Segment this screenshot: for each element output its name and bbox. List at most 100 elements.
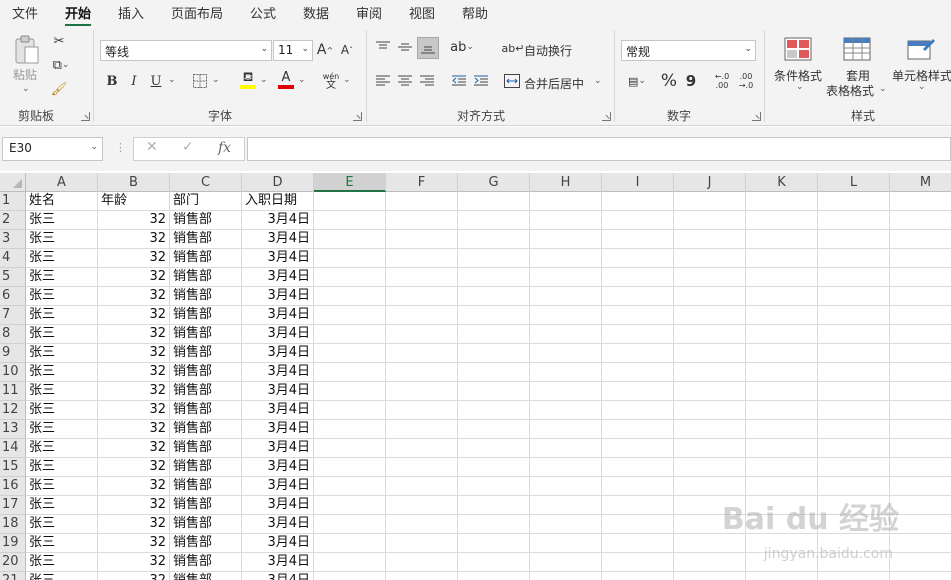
cell-e20[interactable]: [314, 553, 386, 572]
cell-l14[interactable]: [818, 439, 890, 458]
cell-g19[interactable]: [458, 534, 530, 553]
cell-b4[interactable]: 32: [98, 249, 170, 268]
cell-m21[interactable]: [890, 572, 951, 580]
cell-j13[interactable]: [674, 420, 746, 439]
cell-h20[interactable]: [530, 553, 602, 572]
column-header-g[interactable]: G: [458, 173, 530, 192]
cell-m9[interactable]: [890, 344, 951, 363]
cell-b18[interactable]: 32: [98, 515, 170, 534]
cell-j21[interactable]: [674, 572, 746, 580]
cell-i18[interactable]: [602, 515, 674, 534]
cell-j5[interactable]: [674, 268, 746, 287]
cell-l21[interactable]: [818, 572, 890, 580]
column-header-h[interactable]: H: [530, 173, 602, 192]
cell-g6[interactable]: [458, 287, 530, 306]
align-right-icon[interactable]: [418, 72, 436, 90]
cell-e10[interactable]: [314, 363, 386, 382]
cell-k6[interactable]: [746, 287, 818, 306]
chevron-down-icon[interactable]: ⌄: [879, 84, 887, 94]
cell-i20[interactable]: [602, 553, 674, 572]
cell-i14[interactable]: [602, 439, 674, 458]
cell-c9[interactable]: 销售部: [170, 344, 242, 363]
cut-icon[interactable]: ✂: [50, 32, 68, 50]
cell-h7[interactable]: [530, 306, 602, 325]
cell-k5[interactable]: [746, 268, 818, 287]
cell-g11[interactable]: [458, 382, 530, 401]
cell-a4[interactable]: 张三: [26, 249, 98, 268]
cell-i1[interactable]: [602, 192, 674, 211]
chevron-down-icon[interactable]: ⌄: [260, 75, 268, 85]
cell-g14[interactable]: [458, 439, 530, 458]
cell-a2[interactable]: 张三: [26, 211, 98, 230]
cell-m4[interactable]: [890, 249, 951, 268]
cell-d21[interactable]: 3月4日: [242, 572, 314, 580]
cell-l7[interactable]: [818, 306, 890, 325]
cell-d13[interactable]: 3月4日: [242, 420, 314, 439]
row-header[interactable]: 5: [0, 268, 26, 287]
cell-j20[interactable]: [674, 553, 746, 572]
cell-m15[interactable]: [890, 458, 951, 477]
cell-b1[interactable]: 年龄: [98, 192, 170, 211]
formula-input[interactable]: [247, 137, 951, 161]
cell-i12[interactable]: [602, 401, 674, 420]
cell-b7[interactable]: 32: [98, 306, 170, 325]
cell-c5[interactable]: 销售部: [170, 268, 242, 287]
cell-g9[interactable]: [458, 344, 530, 363]
accounting-format-icon[interactable]: ▤ ⌄: [623, 72, 651, 90]
cell-m13[interactable]: [890, 420, 951, 439]
cell-d1[interactable]: 入职日期: [242, 192, 314, 211]
cell-d2[interactable]: 3月4日: [242, 211, 314, 230]
tab-page-layout[interactable]: 页面布局: [171, 3, 223, 22]
cell-b8[interactable]: 32: [98, 325, 170, 344]
cell-k12[interactable]: [746, 401, 818, 420]
column-header-i[interactable]: I: [602, 173, 674, 192]
percent-style-button[interactable]: %: [660, 71, 678, 91]
cell-c19[interactable]: 销售部: [170, 534, 242, 553]
cell-k8[interactable]: [746, 325, 818, 344]
cell-a15[interactable]: 张三: [26, 458, 98, 477]
cell-g21[interactable]: [458, 572, 530, 580]
select-all-button[interactable]: [0, 173, 26, 192]
decrease-font-icon[interactable]: Aˇ: [338, 40, 356, 60]
cell-a13[interactable]: 张三: [26, 420, 98, 439]
cell-h15[interactable]: [530, 458, 602, 477]
cell-g8[interactable]: [458, 325, 530, 344]
cell-m7[interactable]: [890, 306, 951, 325]
cell-f13[interactable]: [386, 420, 458, 439]
cell-i2[interactable]: [602, 211, 674, 230]
cell-c18[interactable]: 销售部: [170, 515, 242, 534]
cell-d4[interactable]: 3月4日: [242, 249, 314, 268]
increase-indent-icon[interactable]: [472, 72, 490, 90]
clipboard-launcher-icon[interactable]: [81, 112, 90, 121]
row-header[interactable]: 12: [0, 401, 26, 420]
cell-f4[interactable]: [386, 249, 458, 268]
fill-color-icon[interactable]: ⛾: [238, 70, 258, 90]
merge-center-icon[interactable]: [503, 72, 521, 90]
format-as-table-button[interactable]: 表格格式: [826, 82, 874, 99]
cell-d11[interactable]: 3月4日: [242, 382, 314, 401]
cell-c2[interactable]: 销售部: [170, 211, 242, 230]
cell-e4[interactable]: [314, 249, 386, 268]
cell-a14[interactable]: 张三: [26, 439, 98, 458]
cell-m12[interactable]: [890, 401, 951, 420]
tab-view[interactable]: 视图: [409, 3, 435, 22]
cell-a17[interactable]: 张三: [26, 496, 98, 515]
cell-d16[interactable]: 3月4日: [242, 477, 314, 496]
cell-k4[interactable]: [746, 249, 818, 268]
tab-home[interactable]: 开始: [65, 3, 92, 27]
grip-icon[interactable]: ⋮: [115, 141, 126, 154]
cell-j14[interactable]: [674, 439, 746, 458]
cell-h6[interactable]: [530, 287, 602, 306]
cell-e12[interactable]: [314, 401, 386, 420]
cell-h9[interactable]: [530, 344, 602, 363]
column-header-f[interactable]: F: [386, 173, 458, 192]
cell-e1[interactable]: [314, 192, 386, 211]
column-header-k[interactable]: K: [746, 173, 818, 192]
cell-a6[interactable]: 张三: [26, 287, 98, 306]
cell-c21[interactable]: 销售部: [170, 572, 242, 580]
insert-function-icon[interactable]: fx: [218, 140, 231, 156]
cell-h12[interactable]: [530, 401, 602, 420]
cell-e13[interactable]: [314, 420, 386, 439]
cell-i17[interactable]: [602, 496, 674, 515]
paste-dropdown-icon[interactable]: ⌄: [22, 84, 30, 94]
